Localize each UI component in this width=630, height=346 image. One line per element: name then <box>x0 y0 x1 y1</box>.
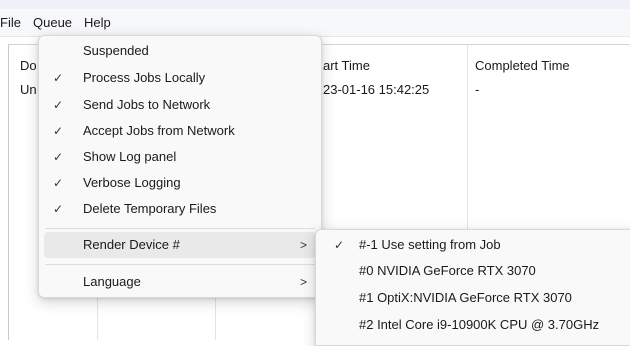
render-device-submenu: ✓ #-1 Use setting from Job #0 NVIDIA GeF… <box>315 229 630 346</box>
submenu-item-label: #0 NVIDIA GeForce RTX 3070 <box>359 263 536 278</box>
cell-completed-time[interactable]: - <box>475 81 479 99</box>
menu-item-label: Suspended <box>83 43 149 58</box>
checkmark-icon: ✓ <box>52 150 64 164</box>
menu-item-label: Delete Temporary Files <box>83 201 217 216</box>
cell-document[interactable]: Un <box>20 81 37 99</box>
menu-item-label: Show Log panel <box>83 149 177 164</box>
submenu-item-nvidia-rtx-3070[interactable]: #0 NVIDIA GeForce RTX 3070 <box>316 258 630 284</box>
menu-item-verbose-logging[interactable]: ✓ Verbose Logging <box>39 170 321 196</box>
submenu-item-use-setting-from-job[interactable]: ✓ #-1 Use setting from Job <box>316 232 630 258</box>
menu-queue[interactable]: Queue <box>30 14 75 32</box>
menu-help[interactable]: Help <box>81 14 114 32</box>
menu-item-label: Send Jobs to Network <box>83 97 211 112</box>
menu-item-label: Render Device # <box>83 237 180 252</box>
window-top-edge <box>0 0 630 9</box>
chevron-right-icon: > <box>299 238 307 252</box>
submenu-item-label: #2 Intel Core i9-10900K CPU @ 3.70GHz <box>359 317 600 332</box>
menu-item-show-log-panel[interactable]: ✓ Show Log panel <box>39 144 321 170</box>
header-start-time[interactable]: art Time <box>323 57 370 75</box>
submenu-item-optix-rtx-3070[interactable]: #1 OptiX:NVIDIA GeForce RTX 3070 <box>316 285 630 311</box>
menu-item-accept-jobs-from-network[interactable]: ✓ Accept Jobs from Network <box>39 118 321 144</box>
menu-item-language[interactable]: Language > <box>39 269 321 295</box>
chevron-right-icon: > <box>299 275 307 289</box>
checkmark-icon: ✓ <box>52 71 64 85</box>
checkmark-icon: ✓ <box>52 124 64 138</box>
submenu-item-intel-cpu[interactable]: #2 Intel Core i9-10900K CPU @ 3.70GHz <box>316 312 630 338</box>
menu-item-delete-temporary-files[interactable]: ✓ Delete Temporary Files <box>39 196 321 222</box>
menu-file[interactable]: File <box>0 14 24 32</box>
menu-item-label: Verbose Logging <box>83 175 181 190</box>
submenu-item-label: #1 OptiX:NVIDIA GeForce RTX 3070 <box>359 290 572 305</box>
checkmark-icon: ✓ <box>52 98 64 112</box>
header-document[interactable]: Do <box>20 57 37 75</box>
checkmark-icon: ✓ <box>52 176 64 190</box>
menu-item-label: Accept Jobs from Network <box>83 123 235 138</box>
checkmark-icon: ✓ <box>52 202 64 216</box>
menu-item-process-jobs-locally[interactable]: ✓ Process Jobs Locally <box>39 65 321 91</box>
menu-item-render-device[interactable]: Render Device # > <box>44 232 316 258</box>
queue-menu: Suspended ✓ Process Jobs Locally ✓ Send … <box>38 35 322 298</box>
menu-item-suspended[interactable]: Suspended <box>39 38 321 64</box>
submenu-item-label: #-1 Use setting from Job <box>359 237 501 252</box>
menu-separator <box>45 264 315 265</box>
menu-item-label: Process Jobs Locally <box>83 70 206 85</box>
menu-item-label: Language <box>83 274 141 289</box>
menu-separator <box>45 228 315 229</box>
menu-bar: File Queue Help <box>0 9 630 37</box>
cell-start-time[interactable]: 23-01-16 15:42:25 <box>323 81 429 99</box>
menu-item-send-jobs-to-network[interactable]: ✓ Send Jobs to Network <box>39 92 321 118</box>
checkmark-icon: ✓ <box>333 238 345 252</box>
header-completed-time[interactable]: Completed Time <box>475 57 570 75</box>
